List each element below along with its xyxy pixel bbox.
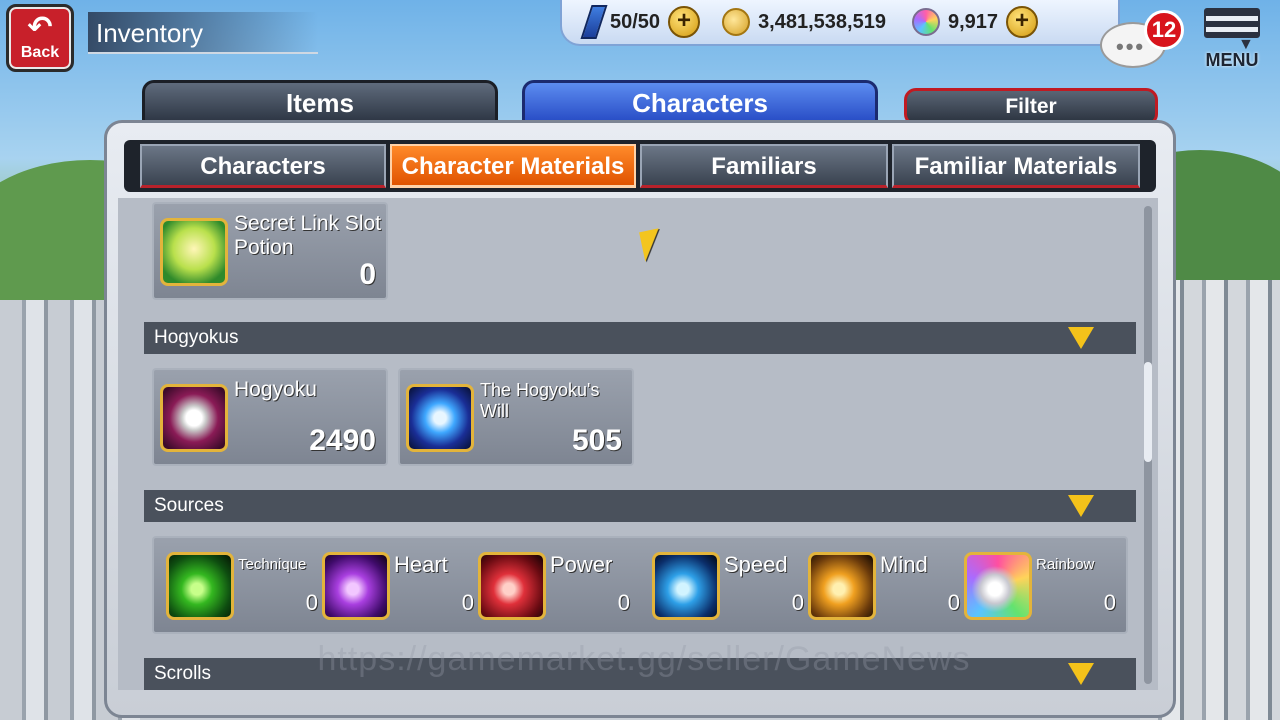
hogyoku-will-icon xyxy=(406,384,474,452)
source-name: Mind xyxy=(880,552,928,577)
coins-resource: 3,481,538,519 xyxy=(722,8,886,36)
subtab-characters[interactable]: Characters xyxy=(140,144,386,188)
source-name: Rainbow xyxy=(1036,556,1095,573)
resource-bar: 50/50 + 3,481,538,519 9,917 + xyxy=(560,0,1120,46)
ticket-icon xyxy=(580,5,608,39)
menu-button[interactable]: ▼ MENU xyxy=(1200,4,1264,72)
tab-items[interactable]: Items xyxy=(142,80,498,120)
menu-label: MENU xyxy=(1205,50,1259,70)
source-technique[interactable]: Technique 0 xyxy=(166,550,326,622)
subtab-familiar-materials[interactable]: Familiar Materials xyxy=(892,144,1140,188)
source-quantity: 0 xyxy=(461,590,474,615)
page-title: Inventory xyxy=(88,12,318,54)
scrollbar-thumb[interactable] xyxy=(1144,362,1152,462)
subtab-character-materials[interactable]: Character Materials xyxy=(390,144,636,188)
mind-orb-icon xyxy=(808,552,876,620)
source-quantity: 0 xyxy=(791,590,804,615)
stamina-resource: 50/50 + xyxy=(580,5,701,39)
item-name: Hogyoku xyxy=(234,378,317,401)
watermark: https://gamemarket.gg/seller/GameNews xyxy=(317,640,971,678)
source-name: Heart xyxy=(394,552,448,577)
potion-icon xyxy=(160,218,228,286)
gems-resource: 9,917 + xyxy=(911,6,1039,38)
heart-orb-icon xyxy=(322,552,390,620)
power-orb-icon xyxy=(478,552,546,620)
item-card-hogyoku[interactable]: Hogyoku 2490 xyxy=(152,368,388,466)
item-card-hogyokus-will[interactable]: The Hogyoku's Will 505 xyxy=(398,368,634,466)
section-title: Scrolls xyxy=(154,663,212,684)
gem-icon xyxy=(911,8,940,36)
chat-button[interactable]: ••• 12 xyxy=(1100,10,1186,74)
source-name: Speed xyxy=(724,552,788,577)
item-quantity: 2490 xyxy=(309,424,376,457)
source-speed[interactable]: Speed 0 xyxy=(652,550,812,622)
chat-dots-icon: ••• xyxy=(1116,34,1146,59)
gems-value: 9,917 xyxy=(947,10,999,33)
item-name: The Hogyoku's Will xyxy=(480,380,600,421)
source-name: Power xyxy=(550,552,613,577)
section-header-sources[interactable]: Sources xyxy=(144,490,1136,522)
item-quantity: 0 xyxy=(359,258,376,291)
source-rainbow[interactable]: Rainbow 0 xyxy=(964,550,1124,622)
stamina-value: 50/50 xyxy=(610,10,661,33)
chat-notification-badge: 12 xyxy=(1144,10,1184,50)
tab-characters[interactable]: Characters xyxy=(522,80,878,120)
rainbow-orb-icon xyxy=(964,552,1032,620)
coin-icon xyxy=(722,8,751,36)
hogyoku-icon xyxy=(160,384,228,452)
item-quantity: 505 xyxy=(571,424,622,457)
source-mind[interactable]: Mind 0 xyxy=(808,550,968,622)
section-title: Hogyokus xyxy=(154,327,239,348)
technique-orb-icon xyxy=(166,552,234,620)
back-label: Back xyxy=(20,44,60,61)
back-arrow-icon: ↶ xyxy=(27,11,53,44)
subtab-familiars[interactable]: Familiars xyxy=(640,144,888,188)
section-title: Sources xyxy=(154,495,224,516)
collapse-triangle-icon[interactable] xyxy=(1068,327,1094,349)
menu-icon xyxy=(1204,8,1260,38)
source-name: Technique xyxy=(238,556,307,573)
section-header-hogyokus[interactable]: Hogyokus xyxy=(144,322,1136,354)
item-name: Secret Link Slot Potion xyxy=(234,212,382,259)
item-card-secret-link-slot-potion[interactable]: Secret Link Slot Potion 0 xyxy=(152,202,388,300)
collapse-triangle-icon[interactable] xyxy=(1068,495,1094,517)
add-stamina-button[interactable]: + xyxy=(668,6,701,38)
coins-value: 3,481,538,519 xyxy=(758,10,886,33)
speed-orb-icon xyxy=(652,552,720,620)
source-quantity: 0 xyxy=(1103,590,1116,615)
source-quantity: 0 xyxy=(947,590,960,615)
back-button[interactable]: ↶ Back xyxy=(6,4,74,72)
add-gems-button[interactable]: + xyxy=(1006,6,1039,38)
source-heart[interactable]: Heart 0 xyxy=(322,550,482,622)
source-quantity: 0 xyxy=(617,590,630,615)
source-quantity: 0 xyxy=(305,590,318,615)
collapse-triangle-icon[interactable] xyxy=(1068,663,1094,685)
source-power[interactable]: Power 0 xyxy=(478,550,638,622)
